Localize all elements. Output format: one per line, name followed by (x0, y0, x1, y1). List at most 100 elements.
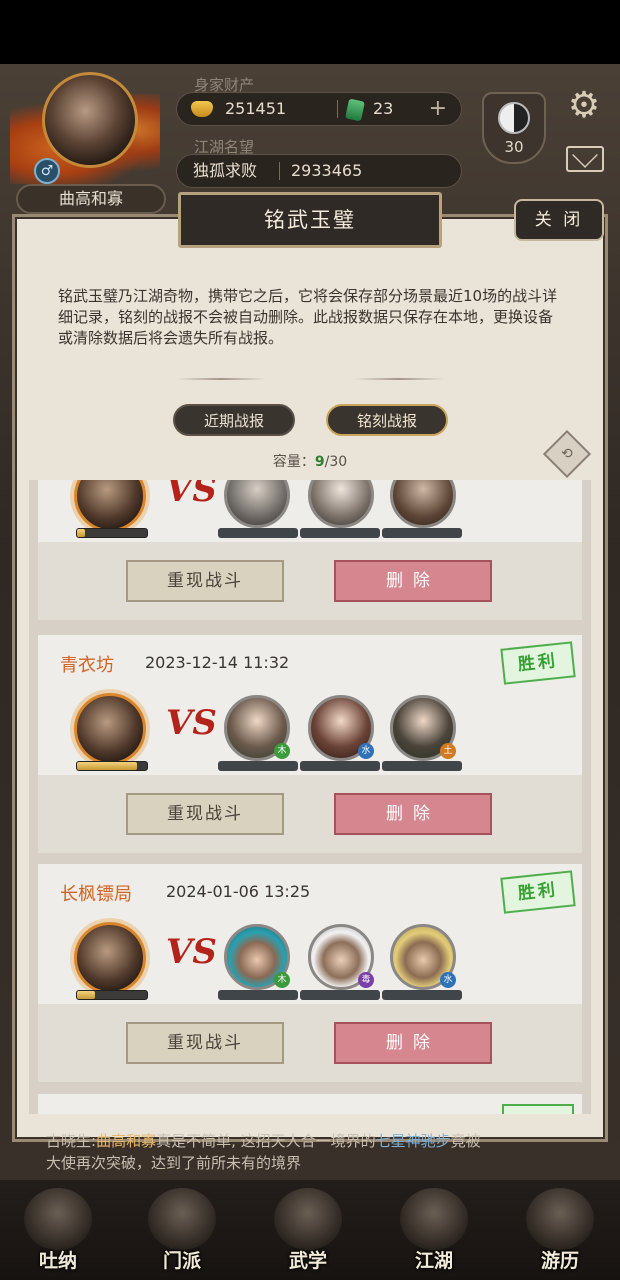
player-hp-bar (76, 761, 148, 771)
card-footer (38, 775, 582, 853)
victory-stamp: 胜利 (500, 641, 576, 685)
replay-battle-button[interactable]: 重现战斗 (126, 793, 284, 835)
enemy-hp-bar (382, 761, 462, 771)
battle-date: 2023-12-14 11:32 (145, 653, 290, 672)
ornament-divider (176, 378, 266, 380)
wood-element-icon: 木 (274, 972, 290, 988)
chat-text: 竟被 (450, 1132, 481, 1150)
poison-element-icon: 毒 (358, 972, 374, 988)
gold-amount: 251451 (225, 99, 287, 118)
enemy-portrait (224, 480, 290, 528)
modal-description: 铭武玉璧乃江湖奇物，携带它之后，它将会保存部分场景最近10场的战斗详细记录，铭刻… (58, 287, 558, 347)
straw-hat-icon (400, 1188, 468, 1250)
enemy-hp-bar (300, 990, 380, 1000)
water-element-icon: 水 (358, 743, 374, 759)
level-badge[interactable]: 30 (482, 92, 546, 164)
enemy-hp-bar (382, 528, 462, 538)
replay-battle-button[interactable]: 重现战斗 (126, 560, 284, 602)
player-hp-fill (77, 529, 86, 537)
bottom-nav: 吐纳 门派 武学 江湖 游历 (0, 1180, 620, 1280)
battle-card: 长枫镖局 2024-01-06 13:25 胜利 VS 木 毒 水 重现战斗 删… (38, 864, 582, 1082)
white-horse-icon (526, 1188, 594, 1250)
capacity-indicator: 容量：9/30 (240, 451, 380, 471)
nav-travel[interactable]: 游历 (512, 1188, 608, 1278)
enemy-hp-bar (218, 761, 298, 771)
delete-button[interactable]: 删除 (334, 793, 492, 835)
victory-stamp (502, 1104, 574, 1114)
battle-card: 青衣坊 2023-12-14 11:32 胜利 VS 木 水 土 重现战斗 删除 (38, 635, 582, 853)
tab-engraved-reports[interactable]: 铭刻战报 (326, 404, 448, 436)
fame-amount: 2933465 (291, 161, 363, 180)
enemy-hp-bar (300, 761, 380, 771)
player-avatar-area[interactable]: ♂ (10, 72, 160, 192)
gold-ingot-icon (191, 101, 213, 117)
taiji-icon (498, 102, 530, 134)
venue-name: 青衣坊 (60, 655, 114, 676)
divider (337, 100, 338, 118)
chat-skill-name: 七星神驰步 (375, 1132, 451, 1150)
jade-amount: 23 (373, 99, 394, 118)
tab-recent-reports[interactable]: 近期战报 (173, 404, 295, 436)
avatar[interactable] (42, 72, 138, 168)
nav-sect[interactable]: 门派 (134, 1188, 230, 1278)
nav-label: 吐纳 (38, 1250, 77, 1272)
vs-label: VS (166, 703, 217, 743)
player-portrait (74, 922, 146, 994)
nav-breathing[interactable]: 吐纳 (10, 1188, 106, 1278)
ornament-divider (354, 378, 444, 380)
modal-title: 铭武玉璧 (178, 192, 442, 248)
level-value: 30 (504, 138, 524, 156)
victory-stamp: 胜利 (500, 870, 576, 914)
enemy-portrait (390, 480, 456, 528)
capacity-used: 9 (314, 454, 325, 470)
scroll-book-icon (274, 1188, 342, 1250)
capacity-label: 容量： (272, 454, 315, 470)
chat-speaker: 古晓生: (46, 1132, 97, 1150)
close-button[interactable]: 关 闭 (514, 199, 604, 241)
divider (279, 162, 280, 180)
meditation-icon (24, 1188, 92, 1250)
earth-element-icon: 土 (440, 743, 456, 759)
card-footer (38, 542, 582, 620)
gear-icon[interactable]: ⚙ (564, 86, 604, 126)
chat-player-name: 曲高和寡 (96, 1132, 157, 1150)
player-portrait (74, 480, 146, 532)
world-chat-ticker[interactable]: 古晓生:曲高和寡真是不简单, 这招天人合一境界的七星神驰步竟被 大使再次突破，达… (0, 1130, 620, 1180)
nav-label: 武学 (288, 1250, 327, 1272)
nav-label: 江湖 (414, 1250, 453, 1272)
enemy-hp-bar (382, 990, 462, 1000)
player-title: 独孤求败 (193, 161, 258, 180)
enemy-hp-bar (300, 528, 380, 538)
delete-button[interactable]: 删除 (334, 560, 492, 602)
player-hp-bar (76, 528, 148, 538)
sect-banner-icon (148, 1188, 216, 1250)
delete-button[interactable]: 删除 (334, 1022, 492, 1064)
player-hp-fill (77, 762, 137, 770)
player-portrait (74, 693, 146, 765)
male-gender-icon: ♂ (34, 158, 60, 184)
nav-label: 游历 (540, 1250, 579, 1272)
enemy-hp-bar (218, 528, 298, 538)
replay-battle-button[interactable]: 重现战斗 (126, 1022, 284, 1064)
water-element-icon: 水 (440, 972, 456, 988)
enemy-hp-bar (218, 990, 298, 1000)
player-hp-bar (76, 990, 148, 1000)
battle-card: VS 重现战斗 删除 (38, 480, 582, 620)
battle-list[interactable]: VS 重现战斗 删除 青衣坊 2023-12-14 11:32 胜利 VS 木 … (29, 480, 591, 1114)
battle-date: 2024-01-06 13:25 (166, 882, 311, 901)
jade-icon (345, 98, 365, 122)
nav-martial-arts[interactable]: 武学 (260, 1188, 356, 1278)
wealth-bar: 251451 23 + (176, 92, 462, 126)
card-footer (38, 1004, 582, 1082)
chat-text: 真是不简单, 这招天人合一境界的 (156, 1132, 376, 1150)
nav-jianghu[interactable]: 江湖 (386, 1188, 482, 1278)
player-hp-fill (77, 991, 95, 999)
mail-icon[interactable] (566, 146, 604, 172)
player-name[interactable]: 曲高和寡 (16, 184, 166, 214)
nav-label: 门派 (162, 1250, 201, 1272)
chat-text: 大使再次突破，达到了前所未有的境界 (46, 1154, 302, 1172)
add-currency-button[interactable]: + (429, 93, 447, 125)
venue-name: 长枫镖局 (60, 884, 132, 905)
capacity-total: /30 (324, 454, 348, 470)
fame-bar: 独孤求败 2933465 (176, 154, 462, 188)
